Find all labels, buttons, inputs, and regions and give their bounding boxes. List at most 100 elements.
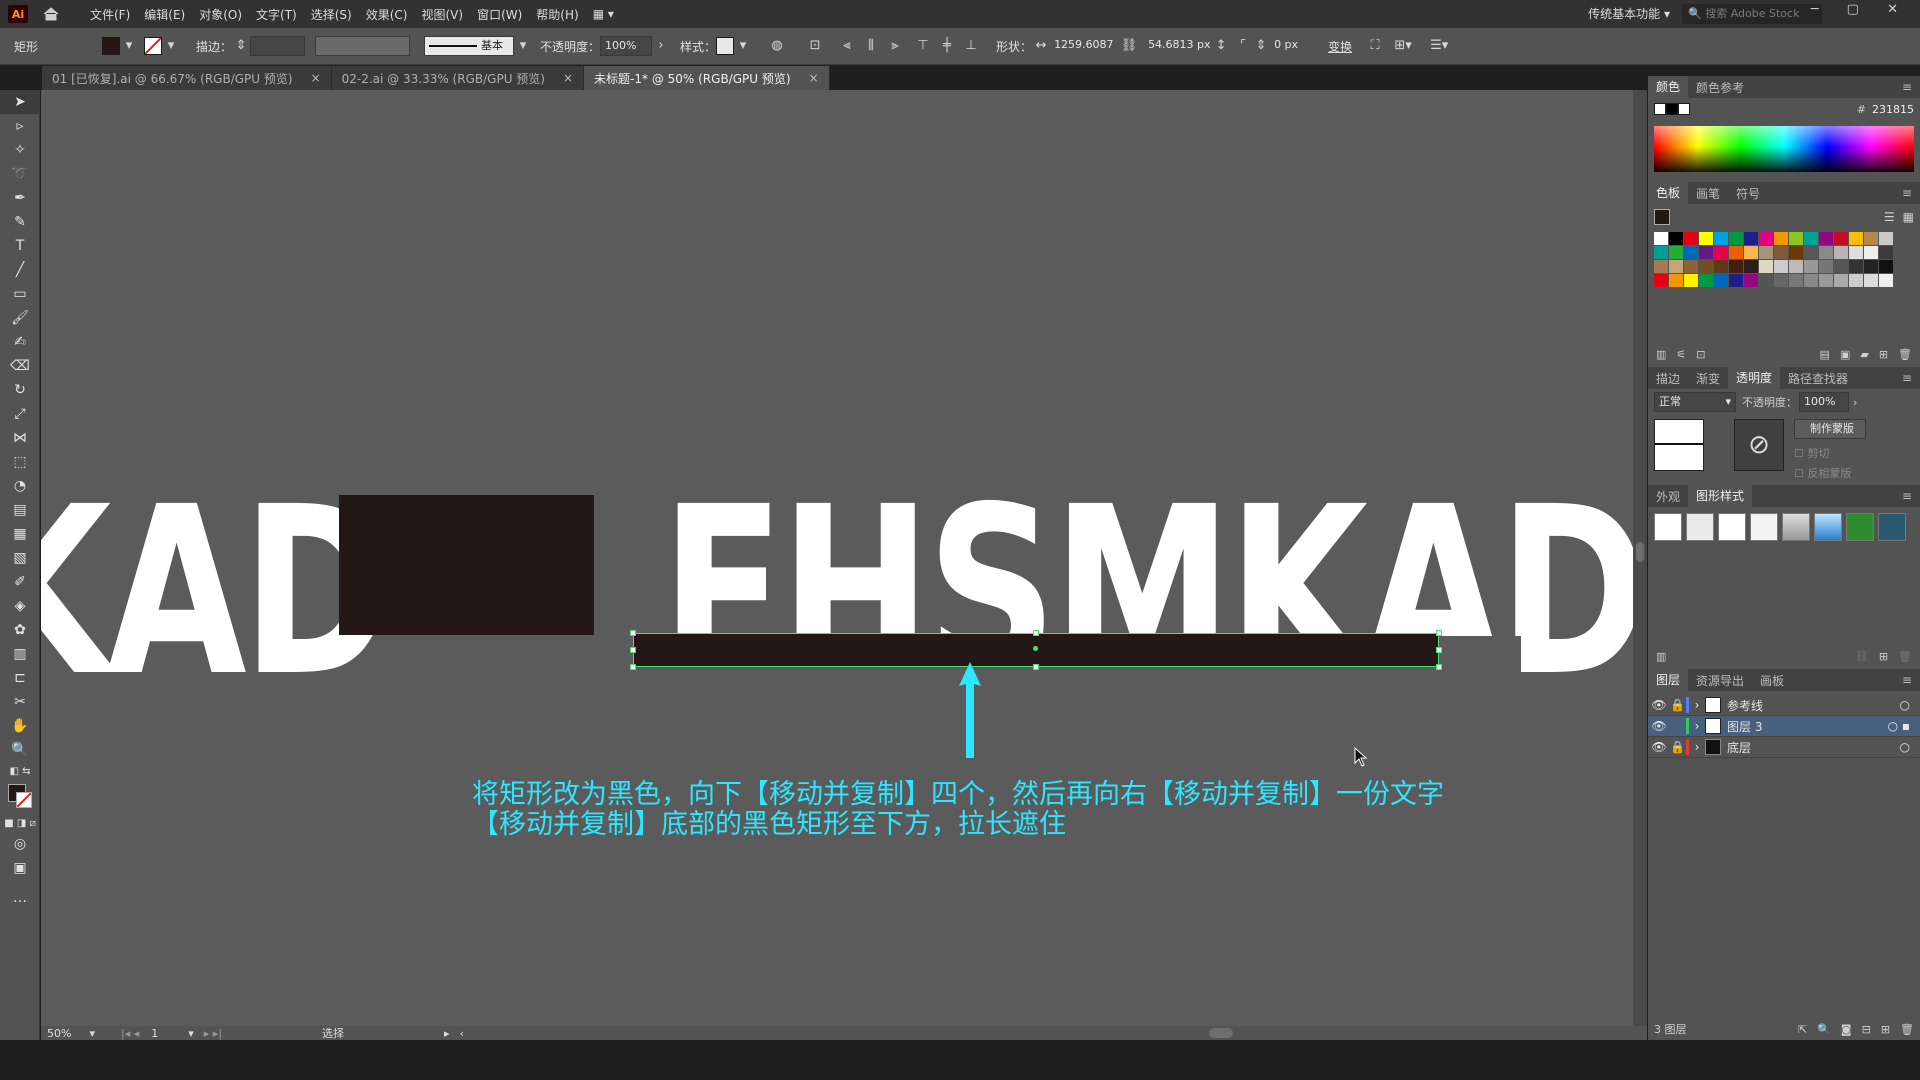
close-icon[interactable]: × [809,71,819,85]
swatch-item[interactable] [1684,232,1698,245]
selection-handle[interactable] [630,664,636,670]
chevron-right-icon[interactable]: › [1689,740,1705,754]
align-bottom-icon[interactable]: ⊥ [962,37,980,55]
folder-icon[interactable]: ▰ [1860,348,1868,361]
target-icon[interactable]: ○ ▪ [1888,719,1910,733]
width-tool-icon[interactable]: ⋈ [0,426,40,450]
tab-stroke[interactable]: 描边 [1648,370,1688,387]
white-color-icon[interactable] [1678,103,1690,115]
swatch-item[interactable] [1789,232,1803,245]
swatch-item[interactable] [1699,246,1713,259]
canvas-text-left[interactable]: KAD [41,476,392,708]
panel-options-icon[interactable]: ☰▾ [1430,37,1448,55]
grid-view-icon[interactable]: ▦ [1903,210,1914,224]
swatch-item[interactable] [1654,232,1668,245]
object-thumbnail[interactable] [1654,419,1704,471]
chevron-down-icon[interactable]: ▾ [514,37,532,55]
workspace-switcher[interactable]: 传统基本功能 ▾ [1588,5,1670,22]
swatch-item[interactable] [1699,274,1713,287]
fill-swatch[interactable] [102,37,120,55]
trash-icon[interactable]: 🗑 [1900,1023,1914,1036]
graphic-style-item[interactable] [1846,513,1874,541]
zoom-tool-icon[interactable]: 🔍 [0,738,40,762]
swatch-kind-icon[interactable]: ⚟ [1676,348,1686,361]
stock-search-input[interactable]: 🔍 搜索 Adobe Stock [1682,4,1822,24]
align-vcenter-icon[interactable]: ╪ [938,37,956,55]
stroke-swatch[interactable] [144,37,162,55]
swatch-item[interactable] [1669,232,1683,245]
swatch-item[interactable] [1714,232,1728,245]
chevron-right-icon[interactable]: › [1689,698,1705,712]
swatch-item[interactable] [1699,232,1713,245]
close-icon[interactable]: × [311,71,321,85]
menu-edit[interactable]: 编辑(E) [144,6,185,23]
column-graph-tool-icon[interactable]: ▥ [0,642,40,666]
tab-gradient[interactable]: 渐变 [1688,370,1728,387]
menu-type[interactable]: 文字(T) [256,6,297,23]
transform-link[interactable]: 变换 [1328,38,1352,55]
swatch-item[interactable] [1744,260,1758,273]
swatch-item[interactable] [1759,232,1773,245]
tab-graphic-styles[interactable]: 图形样式 [1688,485,1753,507]
close-icon[interactable]: × [563,71,573,85]
draw-mode-icon[interactable]: ◎ [0,832,40,856]
graphic-style-item[interactable] [1878,513,1906,541]
height-field[interactable]: 54.6813 px [1144,36,1212,56]
corner-radius-field[interactable]: 0 px [1270,36,1314,56]
swatch-item[interactable] [1774,246,1788,259]
none-color-icon[interactable] [1654,103,1666,115]
swatch-options-icon[interactable]: ⊡ [1696,348,1705,361]
scroll-thumb[interactable] [1636,542,1644,562]
graphic-style-item[interactable] [1782,513,1810,541]
swatch-item[interactable] [1804,246,1818,259]
arrange-documents-icon[interactable]: ▦ ▾ [593,7,614,21]
blend-mode-select[interactable]: 正常 ▾ [1654,392,1736,412]
swatch-item[interactable] [1789,260,1803,273]
swatch-item[interactable] [1849,260,1863,273]
artboard-nav-first-icon[interactable]: |◂ ◂ [121,1027,139,1040]
tab-symbols[interactable]: 符号 [1728,185,1768,202]
swatch-item[interactable] [1879,274,1893,287]
constrain-proportions-icon[interactable]: ⛓ [1120,37,1138,55]
swatch-item[interactable] [1804,232,1818,245]
chevron-down-icon[interactable]: ▾ [734,37,752,55]
tab-artboards[interactable]: 画板 [1752,672,1792,689]
new-color-group-icon[interactable]: ▤ [1820,348,1830,361]
chevron-right-icon[interactable]: › [1689,719,1705,733]
tab-brushes[interactable]: 画笔 [1688,185,1728,202]
horizontal-scroll-thumb[interactable] [1208,1028,1233,1038]
swatch-item[interactable] [1669,260,1683,273]
target-icon[interactable]: ○ [1900,698,1910,712]
hex-value[interactable]: 231815 [1872,103,1914,116]
gradient-tool-icon[interactable]: ▧ [0,546,40,570]
swatch-item[interactable] [1774,232,1788,245]
swatch-item[interactable] [1654,246,1668,259]
swatch-item[interactable] [1819,260,1833,273]
eraser-tool-icon[interactable]: ⌫ [0,354,40,378]
swatch-item[interactable] [1834,274,1848,287]
graphic-style-item[interactable] [1686,513,1714,541]
swatch-item[interactable] [1864,246,1878,259]
swatch-item[interactable] [1759,274,1773,287]
eyedropper-tool-icon[interactable]: ✐ [0,570,40,594]
more-tools-icon[interactable]: … [0,886,40,910]
swatch-item[interactable] [1834,232,1848,245]
swatch-item[interactable] [1714,274,1728,287]
align-hcenter-icon[interactable]: ⫼ [862,37,880,55]
tab-color[interactable]: 颜色 [1648,76,1689,98]
scale-tool-icon[interactable]: ⤢ [0,402,40,426]
corner-type-icon[interactable]: ⌜ [1234,37,1252,55]
menu-view[interactable]: 视图(V) [421,6,463,23]
perspective-grid-tool-icon[interactable]: ▤ [0,498,40,522]
chevron-down-icon[interactable]: ▾ [162,37,180,55]
artboard-nav-last-icon[interactable]: ▸ ▸| [204,1027,222,1040]
swatch-item[interactable] [1669,246,1683,259]
swatch-item[interactable] [1729,274,1743,287]
selection-tool-icon[interactable]: ➤ [0,90,40,114]
swatch-item[interactable] [1849,274,1863,287]
artboard-number[interactable]: 1 [151,1027,158,1040]
swatch-item[interactable] [1729,246,1743,259]
stroke-weight-stepper[interactable]: ⇕ [232,37,250,55]
graphic-style-item[interactable] [1718,513,1746,541]
rotate-tool-icon[interactable]: ↻ [0,378,40,402]
